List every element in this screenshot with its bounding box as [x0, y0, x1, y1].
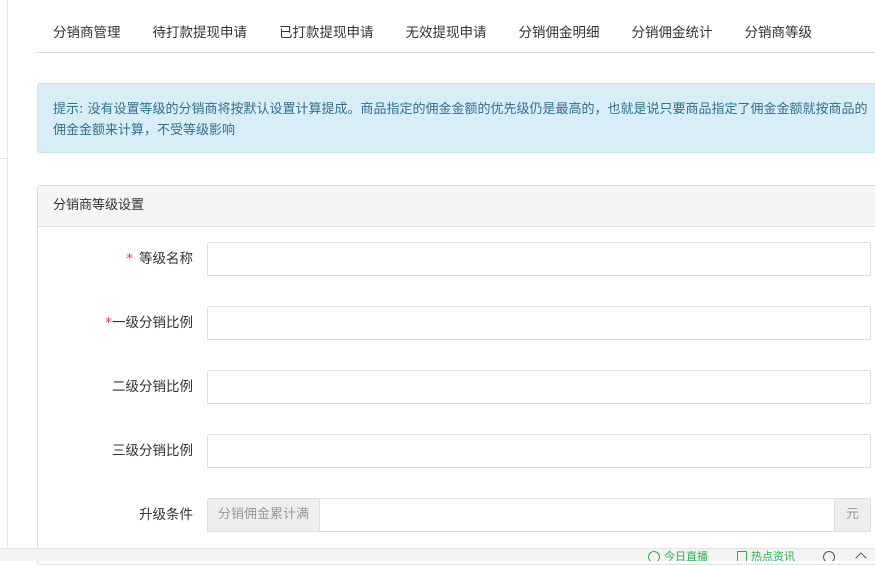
- news-link[interactable]: 热点资讯: [737, 550, 795, 561]
- level-name-input[interactable]: [207, 242, 871, 276]
- live-link[interactable]: 今日直播: [648, 550, 708, 561]
- panel-title: 分销商等级设置: [38, 186, 875, 227]
- second-ratio-input[interactable]: [207, 370, 871, 404]
- tab-pending-withdrawals[interactable]: 待打款提现申请: [137, 14, 264, 52]
- tab-distributor-management[interactable]: 分销商管理: [37, 14, 137, 52]
- form-row-level-name: * 等级名称: [38, 242, 875, 276]
- share-button[interactable]: [855, 550, 869, 561]
- tab-invalid-withdrawals[interactable]: 无效提现申请: [390, 14, 503, 52]
- third-ratio-label: 三级分销比例: [112, 443, 193, 459]
- level-name-label: * 等级名称: [125, 251, 193, 267]
- form-row-second-ratio: 二级分销比例: [38, 370, 875, 404]
- form-row-first-ratio: *一级分销比例: [38, 306, 875, 340]
- sidebar-divider: [0, 158, 7, 159]
- required-mark: *: [125, 251, 133, 267]
- level-settings-panel: 分销商等级设置 * 等级名称 *一级分销比例 二级分销比例 三级分销比例 升级条…: [37, 185, 875, 565]
- upgrade-suffix-addon: 元: [835, 498, 871, 532]
- upgrade-condition-label: 升级条件: [139, 507, 193, 523]
- tab-paid-withdrawals[interactable]: 已打款提现申请: [263, 14, 390, 52]
- left-sidebar-edge: [0, 0, 8, 548]
- tab-commission-statistics[interactable]: 分销佣金统计: [616, 14, 729, 52]
- tab-commission-details[interactable]: 分销佣金明细: [503, 14, 616, 52]
- browser-status-bar: 今日直播 热点资讯: [0, 548, 875, 561]
- first-ratio-input[interactable]: [207, 306, 871, 340]
- upgrade-input-group: 分销佣金累计满 元: [207, 498, 871, 532]
- speaker-button[interactable]: [823, 550, 839, 561]
- first-ratio-label: *一级分销比例: [105, 315, 193, 331]
- required-mark: *: [105, 315, 112, 331]
- tab-bar: 分销商管理 待打款提现申请 已打款提现申请 无效提现申请 分销佣金明细 分销佣金…: [37, 14, 875, 53]
- form-row-third-ratio: 三级分销比例: [38, 434, 875, 468]
- upgrade-amount-input[interactable]: [319, 498, 835, 532]
- tab-distributor-levels[interactable]: 分销商等级: [729, 14, 829, 52]
- alert-text: 提示: 没有设置等级的分销商将按默认设置计算提成。商品指定的佣金金额的优先级仍是…: [53, 102, 868, 138]
- upgrade-prefix-addon: 分销佣金累计满: [207, 498, 320, 532]
- info-alert: 提示: 没有设置等级的分销商将按默认设置计算提成。商品指定的佣金金额的优先级仍是…: [37, 83, 875, 153]
- second-ratio-label: 二级分销比例: [112, 379, 193, 395]
- third-ratio-input[interactable]: [207, 434, 871, 468]
- form-row-upgrade-condition: 升级条件 分销佣金累计满 元: [38, 498, 875, 532]
